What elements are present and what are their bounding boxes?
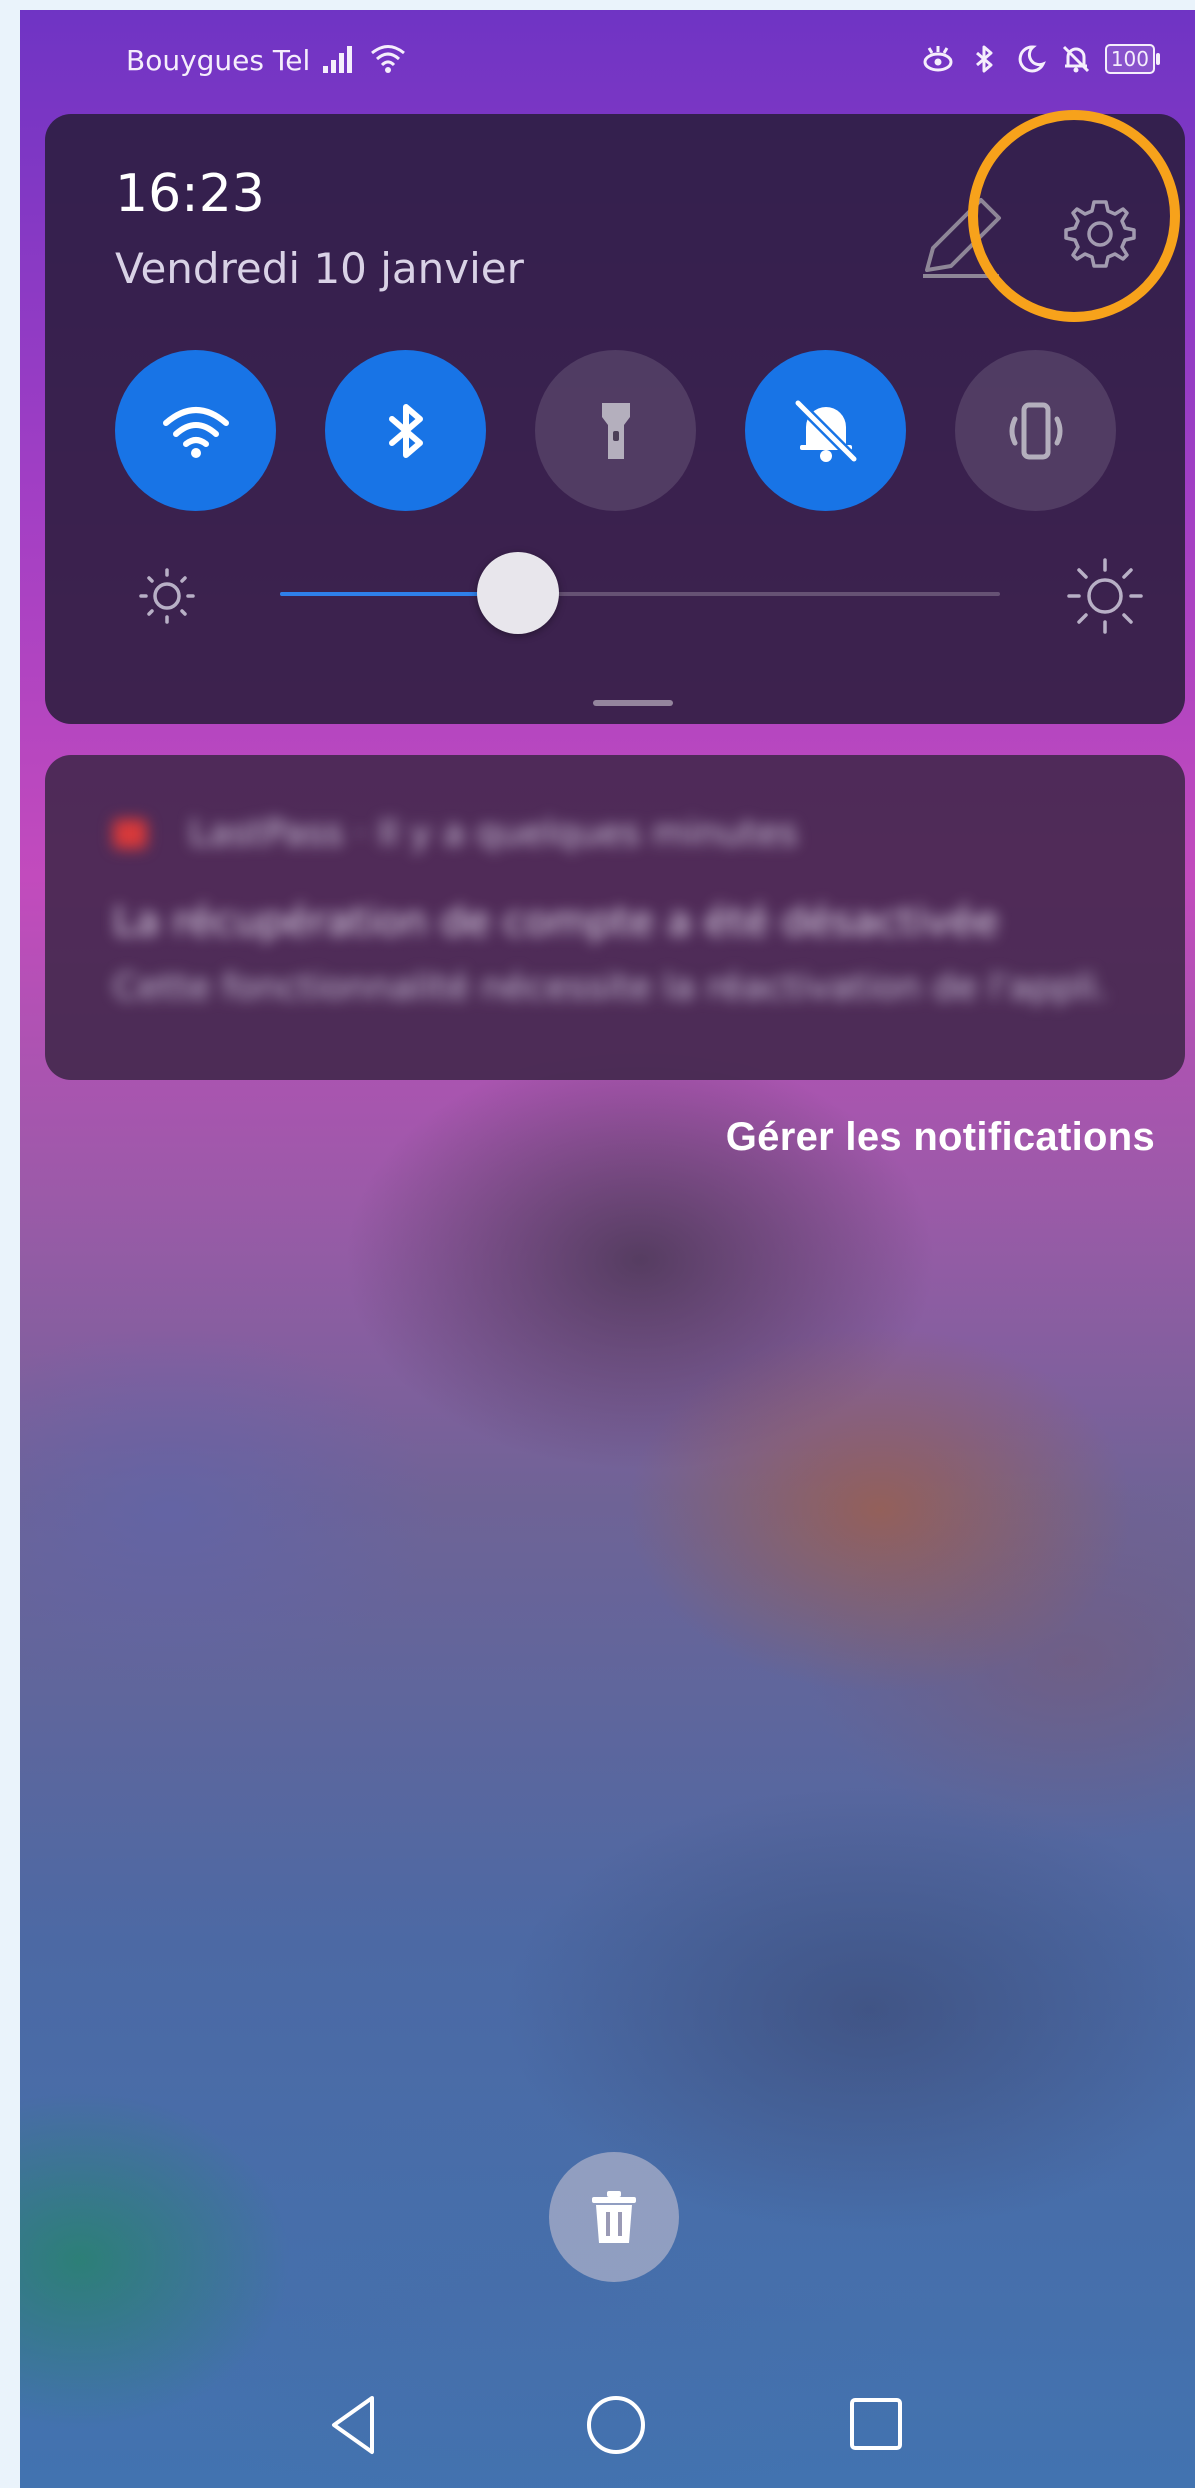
quick-settings-panel: 16:23 Vendredi 10 janvier [45,114,1185,724]
notification-card[interactable]: LastPass · Il y a quelques minutes La ré… [45,755,1185,1080]
pencil-icon [923,198,1001,278]
back-icon[interactable] [320,2390,390,2460]
app-icon [113,819,147,849]
tile-wifi[interactable] [115,350,276,511]
bell-off-icon [793,398,858,463]
battery-icon: 100 [1104,44,1161,74]
edit-tiles-button[interactable] [905,184,1015,294]
expand-handle[interactable] [593,700,673,706]
notification-app-name: LastPass · Il y a quelques minutes [189,813,798,854]
trash-icon [592,2191,636,2243]
wifi-icon [162,406,229,458]
navigation-bar [20,2390,1195,2488]
brightness-slider-thumb[interactable] [476,552,559,634]
tile-silent[interactable] [745,350,906,511]
brightness-high-icon [1067,558,1143,634]
moon-icon [1018,45,1046,73]
phone-screen: Bouygues Tel 100 16:23 Vendredi 10 janvi… [20,10,1195,2488]
brightness-slider[interactable] [280,592,1000,596]
notification-title: La récupération de compte a été désactiv… [113,899,999,945]
signal-icon [323,46,352,73]
gear-icon [1064,200,1136,268]
home-icon[interactable] [583,2392,649,2458]
quick-tiles-row [115,350,1116,511]
tile-bluetooth[interactable] [325,350,486,511]
clock-date: Vendredi 10 janvier [115,244,524,293]
tile-flashlight[interactable] [535,350,696,511]
recents-icon[interactable] [846,2394,906,2454]
flashlight-icon [601,402,630,459]
bluetooth-icon [388,403,423,458]
status-bar: Bouygues Tel 100 [20,10,1195,110]
manage-notifications-link[interactable]: Gérer les notifications [726,1115,1155,1160]
notification-text: Cette fonctionnalité nécessite la réacti… [113,967,1109,1008]
clear-all-button[interactable] [549,2152,679,2282]
tile-vibrate[interactable] [955,350,1116,511]
brightness-low-icon [139,568,195,624]
vibrate-icon [1009,402,1062,459]
clock-time: 16:23 [115,164,265,224]
bell-off-icon [1062,45,1089,73]
eye-comfort-icon [923,46,953,72]
bluetooth-icon [975,45,993,73]
carrier-name: Bouygues Tel [126,44,311,77]
wifi-icon [371,45,405,73]
notification-content: LastPass · Il y a quelques minutes La ré… [69,779,1161,1059]
settings-button[interactable] [1040,174,1160,294]
